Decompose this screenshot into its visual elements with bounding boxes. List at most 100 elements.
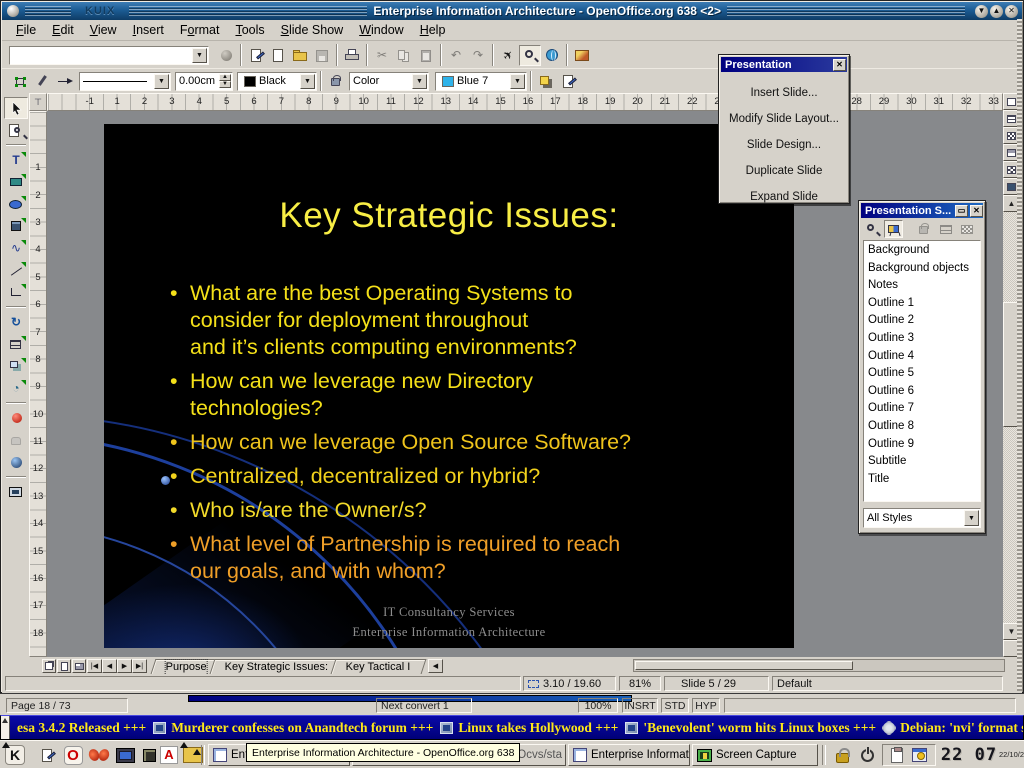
launcher-acrobat-button[interactable]: A (158, 744, 180, 766)
taskbar-date[interactable]: 22/10/2001 (999, 750, 1024, 759)
graphics-styles-button[interactable] (863, 220, 882, 238)
organizer-icon[interactable] (912, 748, 927, 762)
expand-slide-item[interactable]: Expand Slide (719, 184, 849, 210)
redo-button[interactable]: ↷ (467, 45, 489, 66)
presentation-box-tool[interactable] (4, 481, 28, 503)
presentation-styles-button[interactable] (884, 220, 903, 238)
zoom-tool[interactable] (4, 119, 28, 141)
titlebar[interactable]: KUIX Enterprise Information Architecture… (2, 2, 1022, 20)
style-list-item[interactable]: Outline 8 (864, 418, 980, 436)
ticker-item[interactable]: Debian: 'nvi' format string vulnerabilit… (883, 720, 1024, 736)
mode-button-2[interactable] (57, 659, 71, 673)
close-icon[interactable]: ✕ (833, 59, 846, 71)
spin-up-icon[interactable]: ▲ (219, 74, 231, 81)
taskbar-clock[interactable]: 22 07 (938, 744, 1000, 766)
spin-down-icon[interactable]: ▼ (219, 81, 231, 88)
pen-style-button[interactable] (31, 71, 53, 92)
style-list-item[interactable]: Background (864, 242, 980, 260)
stop-loading-button[interactable] (215, 45, 237, 66)
launcher-document-button[interactable] (36, 744, 58, 766)
slide-bullet[interactable]: What level of Partnership is required to… (168, 531, 778, 585)
system-menu-button[interactable] (7, 5, 19, 17)
chevron-down-icon[interactable]: ▼ (964, 510, 979, 526)
paste-button[interactable] (415, 45, 437, 66)
curve-tool[interactable]: ∿ (4, 237, 28, 259)
gallery-button[interactable] (571, 45, 593, 66)
new-document-button[interactable] (267, 45, 289, 66)
open-button[interactable] (289, 45, 311, 66)
k-menu-button[interactable]: K (4, 744, 26, 766)
style-edit-button[interactable] (557, 71, 579, 92)
chevron-down-icon[interactable]: ▼ (154, 74, 169, 89)
update-style-button[interactable] (957, 220, 976, 238)
navigator-button[interactable]: ✈ (497, 45, 519, 66)
style-list-item[interactable]: Outline 5 (864, 365, 980, 383)
save-button[interactable] (311, 45, 333, 66)
launcher-opera-button[interactable]: O (62, 744, 84, 766)
menu-file[interactable]: File (8, 21, 44, 39)
slide-bullet[interactable]: How can we leverage new Directory techno… (168, 368, 778, 422)
ellipse-tool[interactable] (4, 193, 28, 215)
menu-slideshow[interactable]: Slide Show (273, 21, 352, 39)
slide-design-item[interactable]: Slide Design... (719, 132, 849, 158)
text-tool[interactable]: T (4, 149, 28, 171)
chevron-down-icon[interactable]: ▼ (192, 48, 207, 63)
horizontal-ruler[interactable]: -112345678910111213141516171819202122232… (47, 93, 1003, 111)
style-list-item[interactable]: Outline 4 (864, 348, 980, 366)
style-list-item[interactable]: Subtitle (864, 453, 980, 471)
style-list-item[interactable]: Notes (864, 277, 980, 295)
slide[interactable]: Key Strategic Issues: What are the best … (104, 124, 794, 648)
style-list-item[interactable]: Outline 2 (864, 312, 980, 330)
arrange-tool[interactable] (4, 355, 28, 377)
style-list-item[interactable]: Outline 3 (864, 330, 980, 348)
slide-bullet-list[interactable]: What are the best Operating Systems to c… (168, 280, 778, 592)
fill-format-button[interactable] (915, 220, 934, 238)
horizontal-scrollbar-thumb[interactable] (635, 661, 853, 670)
url-combobox[interactable]: ▼ (9, 46, 209, 65)
styles-filter-select[interactable]: All Styles▼ (863, 508, 981, 528)
copy-button[interactable] (393, 45, 415, 66)
insert-tool[interactable]: ◔ (4, 377, 28, 399)
launcher-monitor-button[interactable] (114, 744, 136, 766)
ticker-scroll-strip[interactable] (1, 716, 10, 739)
modify-slide-layout-item[interactable]: Modify Slide Layout... (719, 106, 849, 132)
ruler-corner[interactable]: ⊤ (29, 93, 47, 111)
vertical-ruler[interactable]: 12345678910111213141516171819 (29, 111, 47, 657)
duplicate-slide-item[interactable]: Duplicate Slide (719, 158, 849, 184)
print-button[interactable] (341, 45, 363, 66)
slide-bullet[interactable]: How can we leverage Open Source Software… (168, 429, 778, 456)
edit-file-button[interactable] (245, 45, 267, 66)
dock-icon[interactable]: ▭ (955, 205, 968, 217)
interaction-tool[interactable] (4, 429, 28, 451)
menu-format[interactable]: Format (172, 21, 228, 39)
next-slide-button[interactable]: ▶ (117, 659, 132, 673)
launcher-butterfly-button[interactable] (88, 744, 110, 766)
menu-tools[interactable]: Tools (227, 21, 272, 39)
shadow-button[interactable] (535, 71, 557, 92)
close-button[interactable]: ✕ (1005, 5, 1018, 18)
new-style-button[interactable] (936, 220, 955, 238)
style-list-item[interactable]: Outline 1 (864, 295, 980, 313)
menu-edit[interactable]: Edit (44, 21, 82, 39)
styles-titlebar[interactable]: Presentation S... ▭ ✕ (861, 203, 983, 218)
first-slide-button[interactable]: |◀ (87, 659, 102, 673)
line-style-select[interactable]: ▼ (79, 72, 171, 91)
tab-key-strategic-issues[interactable]: Key Strategic Issues: (210, 659, 344, 674)
ticker-item[interactable]: esa 3.4.2 Released +++ (17, 720, 146, 736)
zoom-button[interactable] (519, 45, 541, 66)
menu-insert[interactable]: Insert (125, 21, 172, 39)
ticker-item[interactable]: Linux takes Hollywood +++ (440, 720, 618, 736)
alignment-tool[interactable] (4, 333, 28, 355)
status-zoom-field[interactable]: 81% (619, 676, 661, 691)
task-button-4[interactable]: Screen Capture (692, 744, 818, 766)
close-icon[interactable]: ✕ (970, 205, 983, 217)
slide-bullet[interactable]: What are the best Operating Systems to c… (168, 280, 778, 361)
insert-slide-item[interactable]: Insert Slide... (719, 80, 849, 106)
launcher-utility-button[interactable] (138, 744, 160, 766)
mode-button-3[interactable] (72, 659, 86, 673)
cut-button[interactable]: ✂ (371, 45, 393, 66)
line-tool[interactable] (4, 259, 28, 281)
mode-button-1[interactable] (42, 659, 56, 673)
task-button-3[interactable]: Enterprise Information (568, 744, 690, 766)
menu-help[interactable]: Help (412, 21, 454, 39)
